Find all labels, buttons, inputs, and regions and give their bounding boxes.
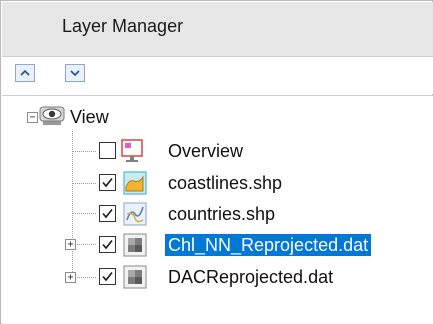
check-icon	[102, 208, 113, 219]
tree-root-label[interactable]: View	[70, 106, 109, 128]
chevron-up-icon	[20, 69, 30, 76]
raster-icon	[123, 233, 147, 257]
layer-label-chl-nn-reprojected[interactable]: Chl_NN_Reprojected.dat	[165, 234, 372, 256]
layer-toolbar	[2, 57, 433, 94]
tree-connector	[72, 183, 96, 184]
chevron-down-icon	[70, 70, 80, 77]
check-icon	[102, 271, 113, 282]
check-icon	[102, 239, 113, 250]
layer-visibility-checkbox[interactable]	[99, 236, 116, 253]
tree-connector	[72, 213, 96, 214]
tree-connector	[77, 277, 96, 278]
overview-icon	[121, 139, 143, 162]
tree-connector	[77, 244, 96, 245]
countries-shape-icon	[123, 202, 147, 226]
collapse-view-toggle[interactable]: −	[27, 112, 38, 123]
layer-visibility-checkbox[interactable]	[99, 268, 116, 285]
layer-visibility-checkbox[interactable]	[99, 142, 116, 159]
layer-label-dac-reprojected[interactable]: DACReprojected.dat	[168, 266, 333, 288]
layer-visibility-checkbox[interactable]	[99, 205, 116, 222]
layer-label-overview[interactable]: Overview	[168, 140, 243, 162]
tree-connector-vertical	[72, 131, 73, 282]
expand-layer-toggle[interactable]: +	[65, 272, 76, 283]
layer-visibility-checkbox[interactable]	[99, 174, 116, 191]
coastlines-shape-icon	[123, 171, 147, 195]
layer-label-coastlines[interactable]: coastlines.shp	[168, 172, 282, 194]
layer-manager-panel: Layer Manager − View Overview coastlines…	[0, 0, 433, 324]
panel-titlebar: Layer Manager	[2, 2, 433, 57]
layer-label-countries[interactable]: countries.shp	[168, 203, 275, 225]
panel-title: Layer Manager	[62, 16, 184, 36]
check-icon	[102, 177, 113, 188]
tree-connector	[72, 151, 96, 152]
layer-tree: − View Overview coastlines.shp countries…	[2, 96, 433, 324]
move-down-button[interactable]	[65, 64, 85, 82]
raster-icon	[123, 265, 147, 289]
eye-icon	[39, 106, 65, 125]
expand-layer-toggle[interactable]: +	[65, 239, 76, 250]
move-up-button[interactable]	[15, 64, 35, 82]
